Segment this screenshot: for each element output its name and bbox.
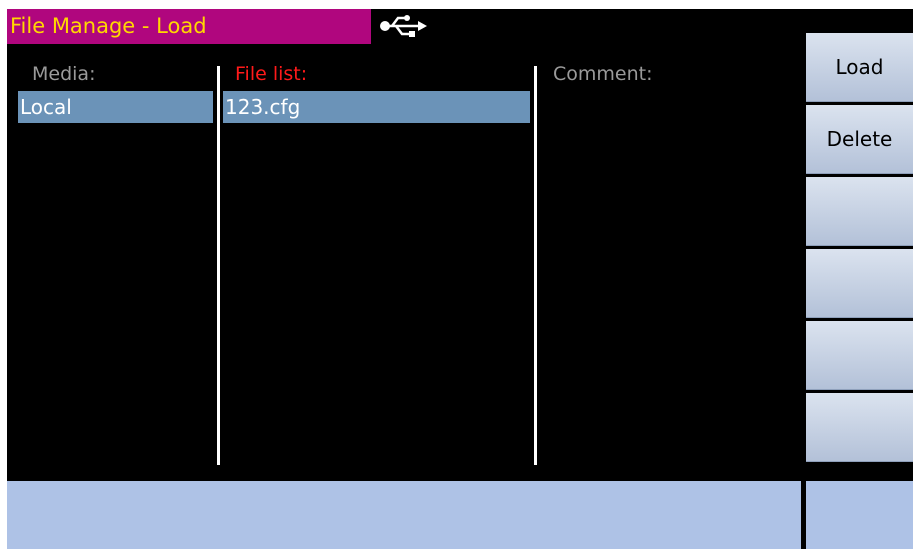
- file-list-header: File list:: [235, 63, 308, 85]
- softkey-6[interactable]: [806, 393, 913, 462]
- usb-icon: [380, 15, 427, 37]
- softkey-3[interactable]: [806, 177, 913, 246]
- media-header: Media:: [32, 63, 96, 85]
- file-item[interactable]: 123.cfg: [223, 91, 530, 123]
- column-divider: [217, 66, 220, 465]
- load-button[interactable]: Load: [806, 33, 913, 102]
- status-bar: [7, 481, 801, 549]
- softkey-4[interactable]: [806, 249, 913, 318]
- column-divider: [534, 66, 537, 465]
- instrument-screen: File Manage - Load Media: File list: Com…: [7, 9, 913, 549]
- comment-header: Comment:: [553, 63, 653, 85]
- media-item-local[interactable]: Local: [18, 91, 213, 123]
- status-bar-right: [806, 481, 913, 549]
- softkey-5[interactable]: [806, 321, 913, 390]
- delete-button[interactable]: Delete: [806, 105, 913, 174]
- page-title: File Manage - Load: [7, 9, 371, 44]
